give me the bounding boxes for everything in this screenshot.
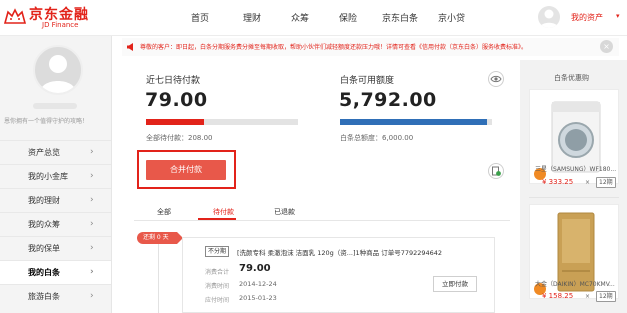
sidebar-item-policies[interactable]: 我的保单 ›	[0, 236, 111, 260]
order-due-date: 2015-01-23	[239, 294, 277, 302]
amount-label: 消费合计	[205, 269, 230, 276]
sidebar-item-crowdfunding[interactable]: 我的众筹 ›	[0, 212, 111, 236]
chevron-down-icon[interactable]: ▾	[616, 12, 620, 20]
sidebar-item-label: 我的小金库	[28, 172, 68, 181]
due7-label: 近七日待付款	[146, 76, 201, 86]
multiply-sign: ×	[585, 179, 591, 186]
installment-badge: 12期	[596, 291, 616, 302]
tab-pending[interactable]: 待付款	[213, 207, 234, 217]
chevron-right-icon: ›	[90, 147, 94, 157]
order-tabs: 全部 待付款 已退款	[134, 205, 510, 221]
sidebar-item-label: 资产总览	[28, 148, 60, 157]
nav-home[interactable]: 首页	[191, 11, 209, 24]
main-nav: 首页 理财 众筹 保险 京东白条 京小贷	[0, 11, 627, 25]
total-limit-label: 白条总额度：6,000.00	[340, 134, 414, 142]
user-silhouette-icon	[40, 55, 76, 93]
order-date: 2014-12-24	[239, 280, 277, 288]
order-amount: 79.00	[239, 263, 271, 274]
tab-all[interactable]: 全部	[157, 207, 171, 217]
chevron-right-icon: ›	[90, 291, 94, 301]
nav-insurance[interactable]: 保险	[339, 11, 357, 24]
promo-panel: 白条优惠购 三星（SAMSUNG）WF180... ¥ 333.25 × 12期…	[520, 60, 627, 313]
available-label: 白条可用额度	[340, 76, 395, 86]
timeline-line	[158, 240, 159, 313]
chevron-right-icon: ›	[90, 195, 94, 205]
order-title[interactable]: [洗颜专科 柔澈泡沫 洁面乳 120g（资...]1种商品 订单号7792294…	[237, 247, 491, 257]
active-tab-indicator	[198, 218, 236, 220]
nav-wealth[interactable]: 理财	[243, 11, 261, 24]
product-name[interactable]: 大金（DAIKIN）MC70KMV...	[535, 279, 623, 288]
nav-xiaodai[interactable]: 京小贷	[438, 11, 465, 24]
close-icon[interactable]: ×	[600, 40, 613, 53]
available-progress-bar	[340, 119, 492, 125]
user-silhouette-icon	[540, 9, 558, 28]
sidebar-menu: 资产总览 › 我的小金库 › 我的理财 › 我的众筹 › 我的保单 › 我的白条…	[0, 140, 111, 308]
sidebar-item-label: 我的理财	[28, 196, 60, 205]
product-name[interactable]: 三星（SAMSUNG）WF180...	[535, 164, 623, 173]
due-label: 应付时间	[205, 297, 230, 304]
my-assets-link[interactable]: 我的资产	[571, 12, 603, 23]
top-header: 京东金融 JD Finance 首页 理财 众筹 保险 京东白条 京小贷 我的资…	[0, 0, 627, 36]
sidebar-item-label: 我的众筹	[28, 220, 60, 229]
due7-progress-fill	[146, 119, 204, 125]
sidebar-item-wealth[interactable]: 我的理财 ›	[0, 188, 111, 212]
available-amount: 5,792.00	[339, 89, 437, 111]
notice-bar: 尊敬的客户：即日起，白条分期服务费分摊至每期收取，帮助小伙伴们减轻额度还款压力哦…	[122, 38, 619, 56]
megaphone-icon	[127, 43, 133, 51]
date-label: 消费时间	[205, 283, 230, 290]
sidebar-item-baitiao[interactable]: 我的白条 ›	[0, 260, 111, 284]
divider	[529, 197, 619, 198]
pay-now-button[interactable]: 立即付款	[433, 276, 477, 292]
order-card: 不分期 [洗颜专科 柔澈泡沫 洁面乳 120g（资...]1种商品 订单号779…	[182, 237, 495, 313]
repayment-icon[interactable]	[488, 163, 504, 179]
sidebar-item-label: 旅游白条	[28, 292, 60, 301]
eye-icon[interactable]	[488, 71, 504, 87]
sidebar-item-label: 我的保单	[28, 244, 60, 253]
chevron-right-icon: ›	[90, 171, 94, 181]
nav-baitiao[interactable]: 京东白条	[382, 11, 418, 24]
left-sidebar: 恩你拥有一个值得守护的攻略！ 资产总览 › 我的小金库 › 我的理财 › 我的众…	[0, 36, 112, 313]
due7-amount: 79.00	[145, 89, 208, 111]
total-due-label: 全部待付款：208.00	[146, 134, 213, 142]
notice-text: 尊敬的客户：即日起，白条分期服务费分摊至每期收取，帮助小伙伴们减轻额度还款压力哦…	[140, 44, 528, 51]
user-avatar	[33, 45, 83, 95]
chevron-right-icon: ›	[90, 267, 94, 277]
days-remaining-badge: 还剩 0 天	[137, 232, 183, 244]
chevron-right-icon: ›	[90, 243, 94, 253]
username-redacted	[33, 103, 77, 109]
installment-badge: 12期	[596, 177, 616, 188]
nav-crowdfunding[interactable]: 众筹	[291, 11, 309, 24]
due7-progress-bar	[146, 119, 298, 125]
product-price: ¥ 158.25	[542, 292, 574, 300]
user-tagline: 恩你拥有一个值得守护的攻略！	[4, 118, 89, 125]
sidebar-item-asset-overview[interactable]: 资产总览 ›	[0, 140, 111, 164]
sidebar-item-label: 我的白条	[28, 268, 60, 277]
sidebar-item-travel-baitiao[interactable]: 旅游白条 ›	[0, 284, 111, 308]
sidebar-item-vault[interactable]: 我的小金库 ›	[0, 164, 111, 188]
merge-pay-button[interactable]: 合并付款	[146, 160, 226, 180]
installment-tag: 不分期	[205, 246, 230, 257]
product-price: ¥ 333.25	[542, 178, 574, 186]
user-avatar-small[interactable]	[538, 6, 560, 28]
multiply-sign: ×	[585, 293, 591, 300]
tab-refunded[interactable]: 已退款	[274, 207, 295, 217]
chevron-right-icon: ›	[90, 219, 94, 229]
available-progress-fill	[340, 119, 487, 125]
promo-title: 白条优惠购	[554, 74, 589, 82]
